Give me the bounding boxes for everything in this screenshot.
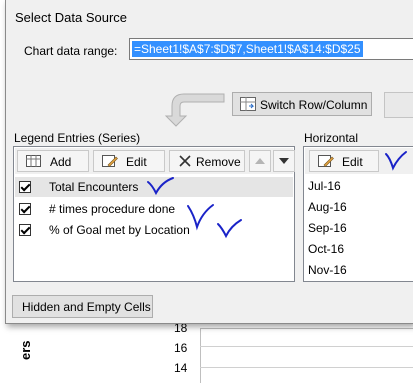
series-label: # times procedure done (49, 202, 176, 216)
category-item[interactable]: Oct-16 (308, 242, 344, 256)
legend-toolbar: Add Edit Remove (15, 148, 295, 174)
category-item[interactable]: Sep-16 (308, 221, 347, 235)
edit-label: Edit (342, 155, 363, 169)
legend-item[interactable]: Total Encounters (15, 177, 293, 197)
chart-range-input[interactable]: =Sheet1!$A$7:$D$7,Sheet1!$A$14:$D$25 (129, 38, 413, 60)
legend-entries-panel: Add Edit Remove Total Encounters # times… (13, 146, 295, 282)
remove-series-button[interactable]: Remove (169, 150, 245, 172)
edit-label: Edit (126, 155, 147, 169)
select-data-source-dialog: Select Data Source Chart data range: =Sh… (5, 0, 413, 324)
add-label: Add (50, 155, 72, 169)
close-icon (179, 155, 191, 167)
chart-range-label: Chart data range: (24, 44, 118, 58)
gridline (200, 367, 413, 368)
category-item[interactable]: Jul-16 (308, 179, 341, 193)
category-panel: Edit Jul-16 Aug-16 Sep-16 Oct-16 Nov-16 (303, 146, 413, 282)
hidden-empty-cells-label: Hidden and Empty Cells (22, 300, 151, 314)
add-series-button[interactable]: Add (17, 150, 89, 172)
gridline (200, 346, 413, 347)
triangle-up-icon (255, 158, 265, 164)
chart-range-value: =Sheet1!$A$7:$D$7,Sheet1!$A$14:$D$25 (132, 41, 363, 57)
edit-series-button[interactable]: Edit (93, 150, 165, 172)
legend-item[interactable]: # times procedure done (15, 199, 293, 219)
switch-icon (240, 97, 256, 111)
hidden-empty-cells-button[interactable]: Hidden and Empty Cells (12, 295, 153, 318)
right-panel-fragment (384, 92, 413, 118)
y-tick: 16 (174, 341, 188, 355)
move-up-button[interactable] (249, 150, 271, 172)
category-item[interactable]: Aug-16 (308, 200, 347, 214)
switch-button-label: Switch Row/Column (260, 98, 368, 112)
legend-item[interactable]: % of Goal met by Location (15, 220, 293, 240)
series-checkbox[interactable] (19, 203, 31, 215)
category-item[interactable]: Nov-16 (308, 263, 347, 277)
chart-plot-area (200, 328, 413, 383)
edit-icon (102, 155, 118, 167)
add-table-icon (26, 155, 41, 167)
series-checkbox[interactable] (19, 224, 31, 236)
edit-icon (318, 155, 334, 167)
triangle-down-icon (279, 158, 289, 164)
remove-label: Remove (196, 155, 241, 169)
series-checkbox[interactable] (19, 181, 31, 193)
y-tick: 14 (174, 361, 188, 375)
move-down-button[interactable] (273, 150, 295, 172)
axis-label-fragment: ers (18, 340, 33, 360)
curved-arrow-icon (164, 93, 225, 127)
series-label: % of Goal met by Location (49, 223, 190, 237)
switch-row-column-button[interactable]: Switch Row/Column (232, 92, 372, 116)
dialog-title: Select Data Source (15, 10, 128, 25)
category-toolbar: Edit (305, 148, 413, 174)
series-label: Total Encounters (49, 180, 139, 194)
edit-category-button[interactable]: Edit (309, 150, 379, 172)
legend-entries-label: Legend Entries (Series) (14, 131, 141, 145)
